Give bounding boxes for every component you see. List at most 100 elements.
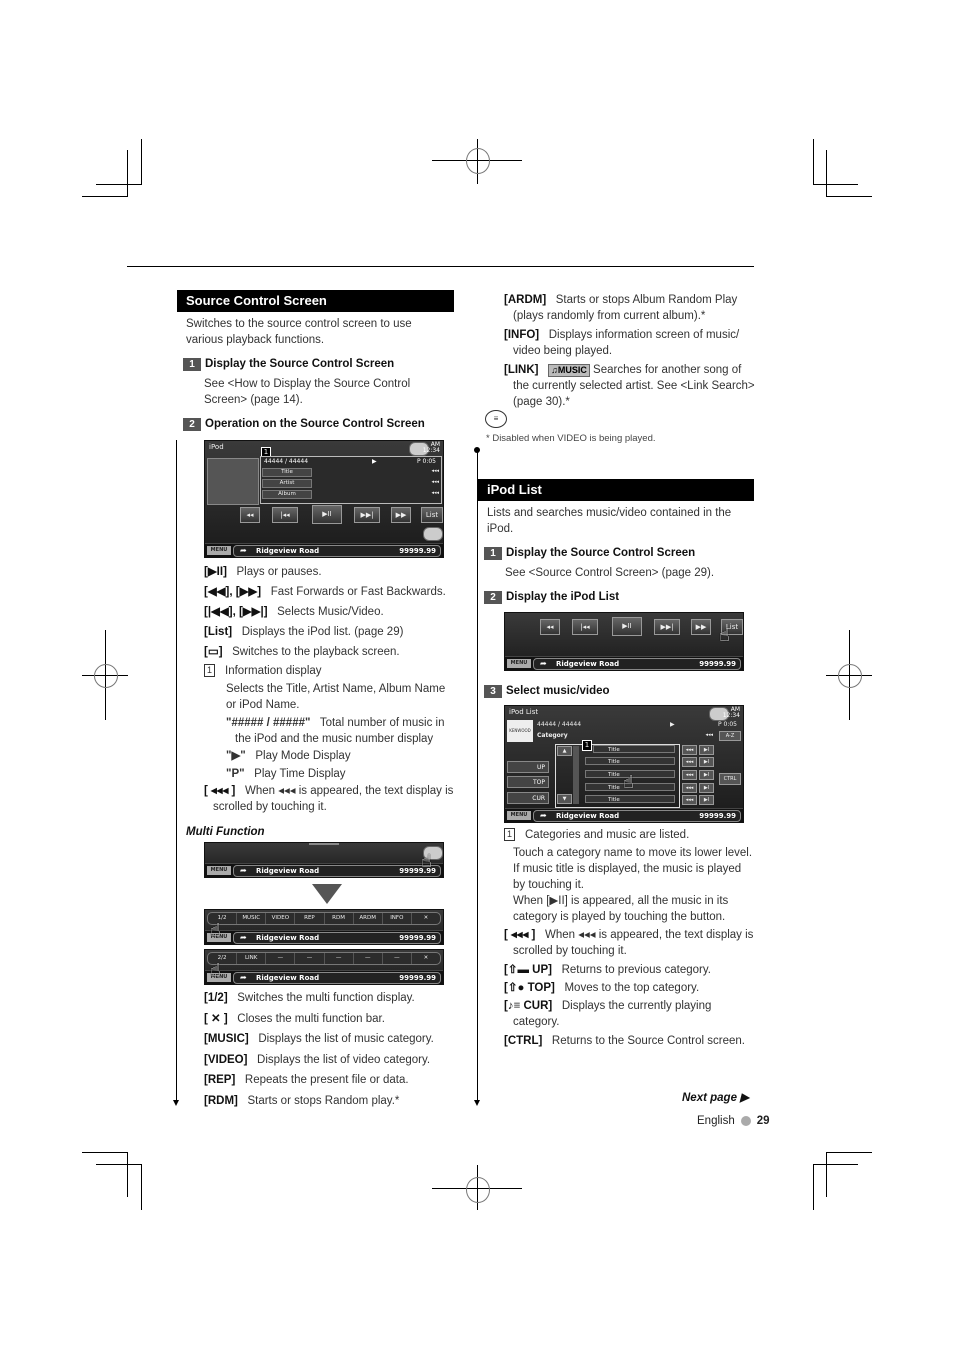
fast-forward-button[interactable]: ▶▶ xyxy=(391,507,411,523)
desc-item: [◀◀], [▶▶] Fast Forwards or Fast Backwar… xyxy=(204,583,456,601)
play-category-button[interactable]: ▶I xyxy=(699,795,714,805)
ctrl-button[interactable]: CTRL xyxy=(719,773,741,785)
fast-backward-button[interactable]: ◂◂ xyxy=(540,619,560,635)
menu-button[interactable]: MENU xyxy=(207,866,231,875)
multi-function-title: Multi Function xyxy=(186,826,265,838)
info-display-desc: Selects the Title, Artist Name, Album Na… xyxy=(226,683,446,711)
registration-circle xyxy=(838,664,862,688)
play-category-button[interactable]: ▶I xyxy=(699,770,714,780)
close-icon[interactable]: ✕ xyxy=(410,953,440,964)
scroll-down-button[interactable]: ▼ xyxy=(557,794,572,804)
scroll-icon[interactable]: ◂◂◂ xyxy=(431,468,439,474)
menu-button[interactable]: MENU xyxy=(507,659,531,668)
crop-mark xyxy=(141,1164,142,1210)
desc-item: [ ✕ ] Closes the multi function bar. xyxy=(204,1010,456,1029)
top-button[interactable]: TOP xyxy=(507,776,549,788)
play-category-button[interactable]: ▶I xyxy=(699,783,714,793)
item-key: [⇧● TOP] xyxy=(504,982,555,994)
crop-mark xyxy=(127,1152,128,1197)
scroll-icon[interactable]: ◂◂◂ xyxy=(431,479,439,485)
up-button[interactable]: UP xyxy=(507,761,549,773)
right-mf-items: [ARDM] Starts or stops Album Random Play… xyxy=(504,292,758,412)
scroll-text-button[interactable]: ◂◂◂ xyxy=(682,770,697,780)
next-page-link[interactable]: Next page ▶ xyxy=(682,1090,749,1104)
registration-circle xyxy=(466,148,490,174)
scroll-text-button[interactable]: ◂◂◂ xyxy=(682,783,697,793)
fast-forward-button[interactable]: ▶▶ xyxy=(691,619,711,635)
ardm-button[interactable]: ARDM xyxy=(352,913,382,924)
play-pause-button[interactable]: ▶II xyxy=(612,617,642,636)
item-text: Categories and music are listed. xyxy=(525,829,690,841)
section-title-source-control: Source Control Screen xyxy=(177,290,454,312)
scroll-icon[interactable]: ◂◂◂ xyxy=(705,731,713,740)
link-button[interactable]: LINK xyxy=(236,953,265,964)
fast-backward-button[interactable]: ◂◂ xyxy=(240,507,260,523)
scroll-text-button[interactable]: ◂◂◂ xyxy=(682,795,697,805)
desc-item: [|◀◀], [▶▶|] Selects Music/Video. xyxy=(204,603,456,621)
multi-function-screenshot-2: 1/2 MUSIC VIDEO REP RDM ARDM INFO ✕ MENU… xyxy=(204,909,444,945)
music-button[interactable]: MUSIC xyxy=(236,913,265,924)
hand-pointer-icon: ☝ xyxy=(623,772,634,793)
item-key: [ ◂◂◂ ] xyxy=(204,785,236,797)
list-item[interactable]: Title xyxy=(593,745,675,753)
item-key: [ARDM] xyxy=(504,294,547,306)
album-label[interactable]: Album xyxy=(262,490,312,499)
scroll-text-button[interactable]: ◂◂◂ xyxy=(682,757,697,767)
distance: 99999.99 xyxy=(399,934,436,942)
step-title: Select music/video xyxy=(506,685,610,697)
list-item[interactable]: Title xyxy=(585,795,675,803)
item-text: Displays the iPod list. (page 29) xyxy=(241,626,404,638)
play-category-button[interactable]: ▶I xyxy=(699,757,714,767)
multi-function-button[interactable] xyxy=(423,527,443,541)
next-button[interactable]: ▶▶| xyxy=(654,619,680,635)
step-title: Display the Source Control Screen xyxy=(205,358,395,370)
artist-label[interactable]: Artist xyxy=(262,479,312,488)
desc-item: [ ◂◂◂ ] When ◂◂◂ is appeared, the text d… xyxy=(504,927,756,959)
playback-thumbnail[interactable] xyxy=(207,458,259,505)
previous-button[interactable]: |◂◂ xyxy=(572,619,598,635)
control-bar-screenshot: ◂◂ |◂◂ ▶II ▶▶| ▶▶ List MENU ➦ Ridgeview R… xyxy=(504,612,744,671)
play-pause-button[interactable]: ▶II xyxy=(312,505,342,524)
menu-button[interactable]: MENU xyxy=(507,811,531,820)
scroll-icon[interactable]: ◂◂◂ xyxy=(431,490,439,496)
video-button[interactable]: VIDEO xyxy=(265,913,294,924)
item-key: [MUSIC] xyxy=(204,1033,249,1045)
list-item[interactable]: Title xyxy=(585,757,675,765)
desc-item: [♪≡ CUR] Displays the currently playing … xyxy=(504,998,756,1030)
previous-button[interactable]: |◂◂ xyxy=(272,507,298,523)
information-display[interactable]: 44444 / 44444 ▶ P 0:05 Title Artist Albu… xyxy=(260,456,442,504)
navigation-bar: MENU ➦ Ridgeview Road 99999.99 xyxy=(205,970,443,984)
item-text: Displays information screen of music/ vi… xyxy=(513,329,740,357)
info-button[interactable]: INFO xyxy=(381,913,411,924)
hand-pointer-icon: ☝ xyxy=(210,920,221,941)
step-number: 1 xyxy=(484,546,502,560)
desc-item: [RDM] Starts or stops Random play.* xyxy=(204,1092,456,1111)
play-mode: ▶ xyxy=(372,458,377,465)
section-intro: Lists and searches music/video contained… xyxy=(487,507,732,535)
play-category-button[interactable]: ▶I xyxy=(699,745,714,755)
turn-arrow-icon: ➦ xyxy=(240,546,247,555)
scrollbar[interactable] xyxy=(573,746,579,804)
title-label[interactable]: Title xyxy=(262,468,312,477)
a-z-button[interactable]: A-Z xyxy=(719,731,741,741)
scroll-text-button[interactable]: ◂◂◂ xyxy=(682,745,697,755)
menu-button[interactable]: MENU xyxy=(207,546,231,555)
navigation-bar: MENU ➦ Ridgeview Road 99999.99 xyxy=(205,543,443,557)
item-text: When ◂◂◂ is appeared, the text display i… xyxy=(213,785,454,813)
desc-item: [List] Displays the iPod list. (page 29) xyxy=(204,623,456,641)
column-guide-arrow xyxy=(173,1100,179,1106)
next-button[interactable]: ▶▶| xyxy=(354,507,380,523)
category-row[interactable]: Category ◂◂◂ xyxy=(535,731,715,740)
desc-item: [⇧▬ UP] Returns to previous category. xyxy=(504,962,756,978)
list-button[interactable]: List xyxy=(421,507,443,523)
item-key: [⇧▬ UP] xyxy=(504,964,552,976)
clock: AM 12:34 xyxy=(423,442,440,454)
scroll-up-button[interactable]: ▲ xyxy=(557,746,572,756)
road-display: ➦ Ridgeview Road 99999.99 xyxy=(233,545,441,557)
crop-mark xyxy=(813,184,858,185)
cur-button[interactable]: CUR xyxy=(507,792,549,804)
close-icon[interactable]: ✕ xyxy=(410,913,440,924)
rep-button[interactable]: REP xyxy=(294,913,323,924)
callout-number: 1 xyxy=(204,664,215,678)
rdm-button[interactable]: RDM xyxy=(323,913,353,924)
